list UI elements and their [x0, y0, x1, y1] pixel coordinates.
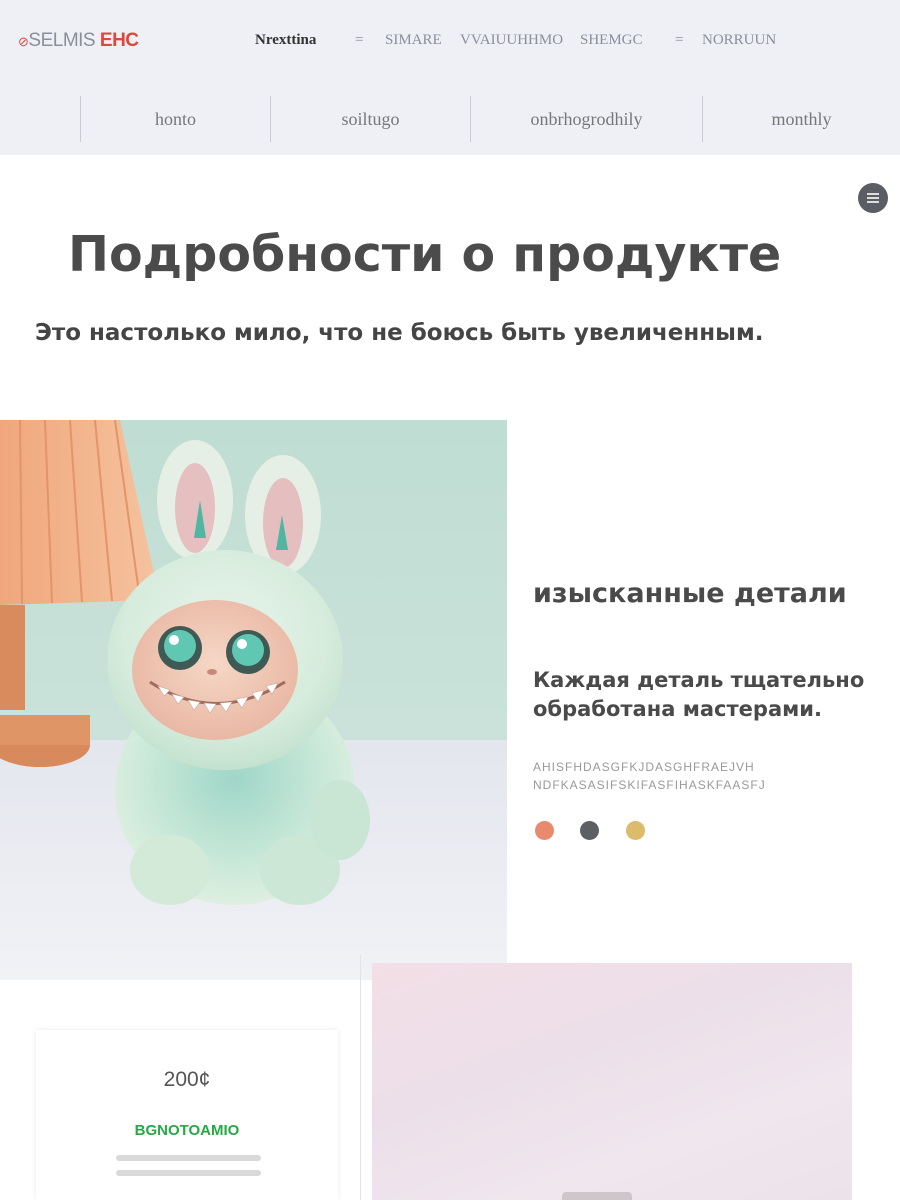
plush-toy-illustration [0, 420, 507, 980]
filler-line: AHISFHDASGFKJDASGHFRAEJVH [533, 760, 755, 774]
color-swatch-mustard[interactable] [626, 821, 645, 840]
menu-button[interactable] [858, 183, 888, 213]
top-nav-separator-icon: = [675, 32, 684, 48]
site-header: ⊘SELMIS EHC Nrexttina = SIMARE VVAIUUHHM… [0, 0, 900, 155]
top-nav-item-5[interactable]: NORRUUN [702, 32, 776, 49]
top-nav-item-1[interactable]: Nrexttina [255, 32, 316, 49]
product-photo-pink [372, 963, 852, 1200]
photo-detail [562, 1192, 632, 1200]
detail-description: Каждая деталь тщательно обработана масте… [533, 666, 864, 724]
top-nav-item-2[interactable]: SIMARE [385, 32, 442, 49]
color-swatch-coral[interactable] [535, 821, 554, 840]
tab-3[interactable]: onbrhogrodhily [470, 96, 702, 142]
logo-prefix: SELMIS [28, 30, 96, 51]
price-card: 200¢ BGNOTOAMIO [36, 1030, 338, 1200]
detail-description-line: Каждая деталь тщательно [533, 668, 865, 692]
category-tabs: honto soiltugo onbrhogrodhily monthly [80, 96, 900, 142]
brand-logo[interactable]: ⊘SELMIS EHC [18, 30, 139, 52]
color-swatch-charcoal[interactable] [580, 821, 599, 840]
page-title: Подробности о продукте [68, 226, 782, 283]
blurred-text-line [116, 1170, 261, 1176]
promo-label: BGNOTOAMIO [134, 1122, 240, 1139]
detail-heading: изысканные детали [533, 578, 847, 609]
tab-4[interactable]: monthly [702, 96, 900, 142]
logo-mark-icon: ⊘ [18, 34, 29, 49]
filler-line: NDFKASASIFSKIFASFIHASKFAASFJ [533, 778, 766, 792]
menu-icon [867, 193, 879, 203]
blurred-text-line [116, 1155, 261, 1161]
price-label: 200¢ [163, 1068, 211, 1091]
product-photo [0, 420, 507, 980]
detail-description-line: обработана мастерами. [533, 697, 822, 721]
tab-2[interactable]: soiltugo [270, 96, 470, 142]
tab-1[interactable]: honto [80, 96, 270, 142]
logo-accent: EHC [99, 30, 139, 51]
top-nav-separator-icon: = [355, 32, 364, 48]
top-navigation: Nrexttina = SIMARE VVAIUUHHMO SHEMGC = N… [255, 32, 895, 52]
divider [360, 955, 361, 1200]
top-nav-item-3[interactable]: VVAIUUHHMO [460, 32, 563, 49]
decorative-filler-text: AHISFHDASGFKJDASGHFRAEJVH NDFKASASIFSKIF… [533, 758, 766, 794]
page-subtitle: Это настолько мило, что не боюсь быть ув… [35, 320, 764, 346]
top-nav-item-4[interactable]: SHEMGC [580, 32, 643, 49]
